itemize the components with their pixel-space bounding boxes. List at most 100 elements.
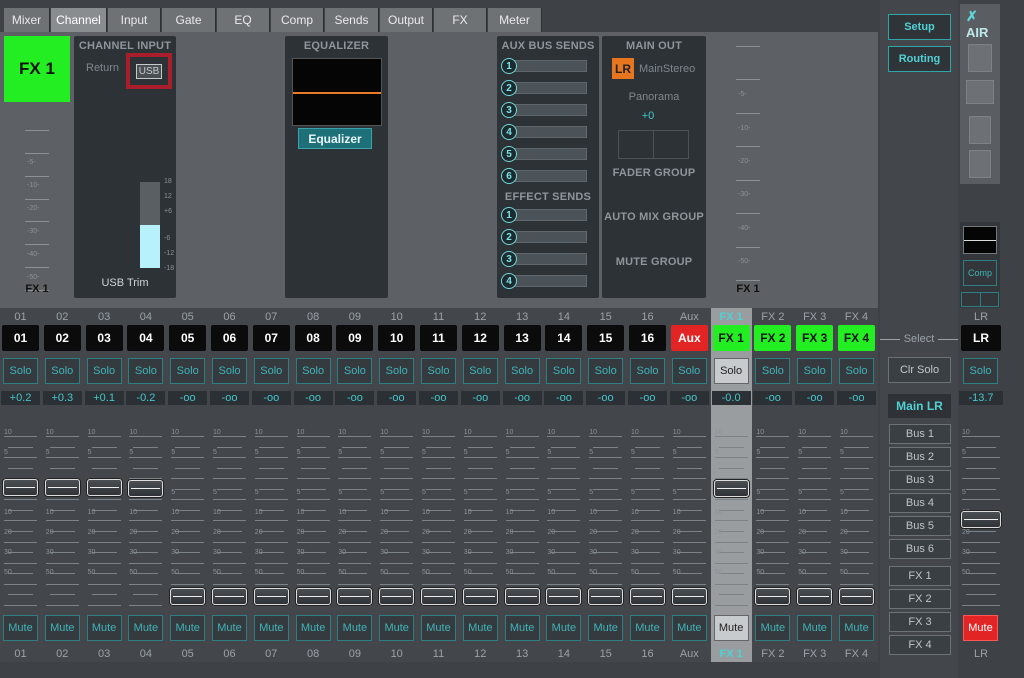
- aux-send-slider[interactable]: [511, 170, 587, 182]
- tab-mixer[interactable]: Mixer: [4, 8, 50, 32]
- solo-button[interactable]: Solo: [212, 358, 247, 384]
- strip-name-button[interactable]: FX 2: [754, 325, 792, 351]
- channel-fader[interactable]: 105510203050: [585, 428, 626, 618]
- fx-bus-button[interactable]: FX 1: [889, 566, 951, 586]
- fader-cap[interactable]: [713, 480, 749, 498]
- lr-fader[interactable]: 105510203050: [958, 428, 1004, 618]
- channel-fader[interactable]: 105510203050: [669, 428, 710, 618]
- strip-name-button[interactable]: 03: [85, 325, 123, 351]
- effect-send-row[interactable]: 1: [501, 207, 591, 223]
- routing-button[interactable]: Routing: [888, 46, 951, 72]
- mute-button[interactable]: Mute: [839, 615, 874, 641]
- clear-solo-button[interactable]: Clr Solo: [888, 357, 951, 383]
- fader-cap[interactable]: [630, 588, 665, 605]
- strip-name-button[interactable]: 11: [420, 325, 457, 351]
- mute-button[interactable]: Mute: [253, 615, 289, 641]
- bus-button[interactable]: Bus 5: [889, 516, 951, 536]
- save-icon[interactable]: [968, 44, 992, 72]
- channel-fader[interactable]: 105510203050: [794, 428, 835, 618]
- effect-send-slider[interactable]: [511, 275, 587, 287]
- strip-name-button[interactable]: 01: [2, 325, 39, 351]
- solo-button[interactable]: Solo: [170, 358, 206, 384]
- strip-name-button[interactable]: 10: [378, 325, 416, 351]
- mute-button[interactable]: Mute: [170, 615, 206, 641]
- lr-comp-button[interactable]: Comp: [963, 260, 997, 286]
- fx-bus-button[interactable]: FX 4: [889, 635, 951, 655]
- fader-cap[interactable]: [462, 588, 498, 605]
- fader-cap[interactable]: [755, 588, 791, 605]
- strip-name-button[interactable]: FX 1: [712, 325, 750, 351]
- clipboard-icon[interactable]: [969, 150, 991, 178]
- strip-name-button[interactable]: FX 4: [838, 325, 875, 351]
- fader-cap[interactable]: [797, 588, 833, 605]
- fader-cap[interactable]: [253, 588, 289, 605]
- solo-button[interactable]: Solo: [379, 358, 415, 384]
- channel-fader[interactable]: 105510203050: [543, 428, 584, 618]
- fader-cap[interactable]: [379, 588, 415, 605]
- solo-button[interactable]: Solo: [630, 358, 665, 384]
- aux-send-slider[interactable]: [511, 60, 587, 72]
- solo-button[interactable]: Solo: [44, 358, 80, 384]
- mute-button[interactable]: Mute: [755, 615, 791, 641]
- equalizer-button[interactable]: Equalizer: [298, 128, 372, 149]
- strip-name-button[interactable]: 14: [545, 325, 583, 351]
- mute-button[interactable]: Mute: [337, 615, 373, 641]
- lr-name[interactable]: LR: [961, 325, 1001, 351]
- channel-fader[interactable]: 105510203050: [502, 428, 543, 618]
- usb-trim-meter[interactable]: [140, 182, 160, 268]
- strip-name-button[interactable]: 16: [629, 325, 666, 351]
- aux-send-row[interactable]: 3: [501, 102, 591, 118]
- effect-send-row[interactable]: 3: [501, 251, 591, 267]
- solo-button[interactable]: Solo: [337, 358, 373, 384]
- mute-button[interactable]: Mute: [797, 615, 833, 641]
- aux-send-knob[interactable]: 3: [501, 102, 517, 118]
- solo-button[interactable]: Solo: [755, 358, 791, 384]
- fader-cap[interactable]: [546, 588, 582, 605]
- effect-send-slider[interactable]: [511, 209, 587, 221]
- channel-name-block[interactable]: FX 1: [4, 36, 70, 102]
- solo-button[interactable]: Solo: [295, 358, 331, 384]
- mute-button[interactable]: Mute: [44, 615, 80, 641]
- solo-button[interactable]: Solo: [713, 358, 749, 384]
- channel-fader[interactable]: 105510203050: [752, 428, 793, 618]
- strip-name-button[interactable]: FX 3: [796, 325, 834, 351]
- strip-name-button[interactable]: 06: [211, 325, 248, 351]
- channel-fader[interactable]: 105510203050: [627, 428, 668, 618]
- channel-fader[interactable]: 105510203050: [251, 428, 292, 618]
- strip-name-button[interactable]: 07: [252, 325, 290, 351]
- aux-send-knob[interactable]: 6: [501, 168, 517, 184]
- main-lr-button[interactable]: Main LR: [888, 394, 951, 418]
- mute-button[interactable]: Mute: [421, 615, 456, 641]
- mute-button[interactable]: Mute: [546, 615, 582, 641]
- mute-button[interactable]: Mute: [588, 615, 624, 641]
- mute-button[interactable]: Mute: [630, 615, 665, 641]
- fader-cap[interactable]: [839, 588, 874, 605]
- lr-eq-thumbnail[interactable]: [963, 226, 997, 254]
- solo-button[interactable]: Solo: [797, 358, 833, 384]
- fader-cap[interactable]: [504, 588, 540, 605]
- solo-button[interactable]: Solo: [421, 358, 456, 384]
- mute-button[interactable]: Mute: [295, 615, 331, 641]
- aux-send-row[interactable]: 5: [501, 146, 591, 162]
- channel-fader[interactable]: 105510203050: [167, 428, 208, 618]
- fx-bus-button[interactable]: FX 3: [889, 612, 951, 632]
- bus-button[interactable]: Bus 4: [889, 493, 951, 513]
- fader-cap[interactable]: [588, 588, 624, 605]
- fader-cap[interactable]: [212, 588, 247, 605]
- channel-fader[interactable]: 105510203050: [209, 428, 250, 618]
- mute-button[interactable]: Mute: [379, 615, 415, 641]
- solo-button[interactable]: Solo: [86, 358, 122, 384]
- tab-input[interactable]: Input: [108, 8, 161, 32]
- strip-name-button[interactable]: 04: [127, 325, 165, 351]
- aux-send-knob[interactable]: 2: [501, 80, 517, 96]
- effect-send-slider[interactable]: [511, 253, 587, 265]
- tab-meter[interactable]: Meter: [488, 8, 542, 32]
- mute-button[interactable]: Mute: [212, 615, 247, 641]
- aux-send-knob[interactable]: 1: [501, 58, 517, 74]
- solo-button[interactable]: Solo: [504, 358, 540, 384]
- effect-send-knob[interactable]: 2: [501, 229, 517, 245]
- fader-cap[interactable]: [337, 588, 373, 605]
- fx-bus-button[interactable]: FX 2: [889, 589, 951, 609]
- aux-send-row[interactable]: 6: [501, 168, 591, 184]
- channel-fader[interactable]: 105510203050: [125, 428, 166, 618]
